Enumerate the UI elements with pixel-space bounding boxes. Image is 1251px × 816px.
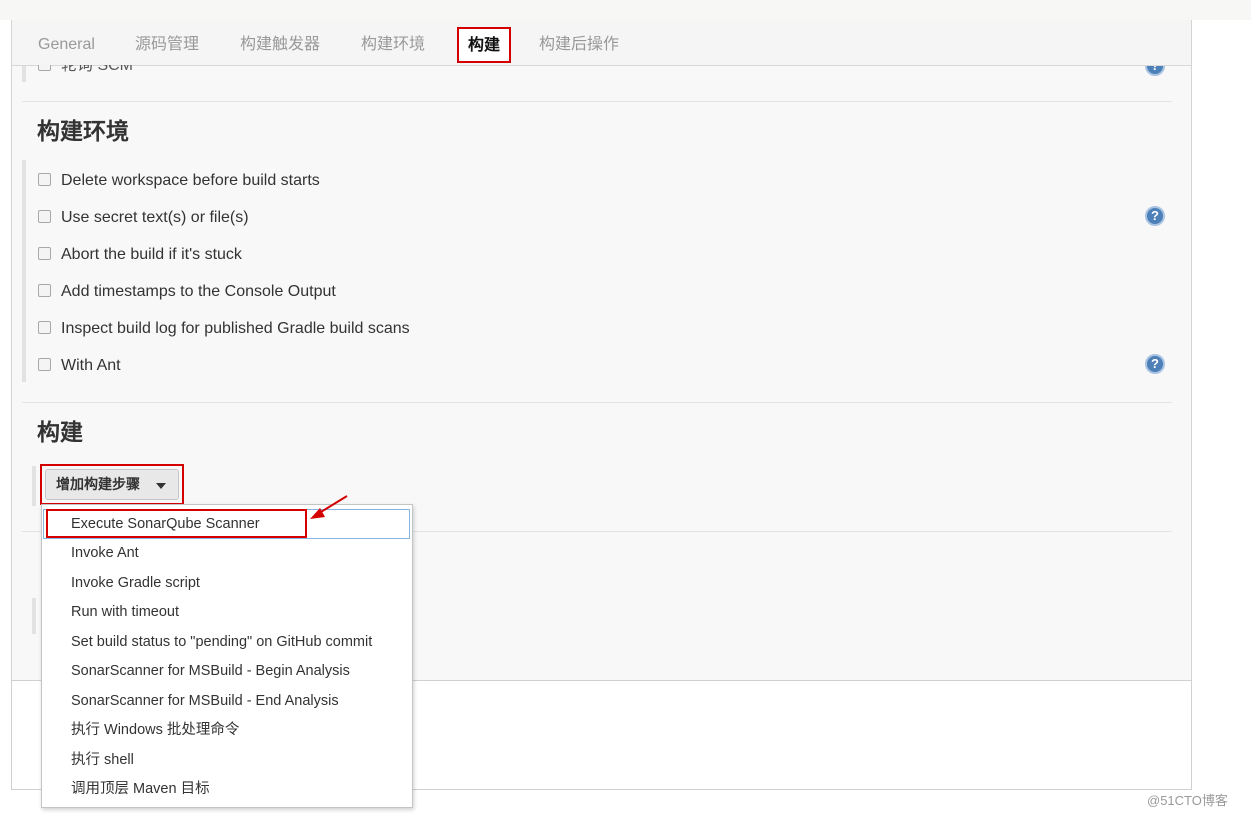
annotation-arrow-icon	[310, 495, 348, 519]
config-tabbar: General 源码管理 构建触发器 构建环境 构建 构建后操作	[12, 20, 1191, 66]
option-use-secret[interactable]: Use secret text(s) or file(s)	[38, 208, 249, 228]
section-indent-bar	[22, 160, 26, 382]
menu-item-msbuild-begin[interactable]: SonarScanner for MSBuild - Begin Analysi…	[42, 657, 412, 685]
menu-item-msbuild-end[interactable]: SonarScanner for MSBuild - End Analysis	[42, 687, 412, 715]
tab-build[interactable]: 构建	[457, 27, 512, 63]
option-add-timestamps[interactable]: Add timestamps to the Console Output	[38, 282, 336, 302]
option-label: Add timestamps to the Console Output	[61, 283, 336, 300]
checkbox[interactable]	[38, 284, 51, 297]
section-indent-bar	[32, 466, 36, 506]
option-label: Inspect build log for published Gradle b…	[61, 320, 410, 337]
watermark: @51CTO博客	[1147, 793, 1228, 808]
menu-item-execute-shell[interactable]: 执行 shell	[42, 746, 412, 774]
tab-general[interactable]: General	[38, 34, 95, 56]
checkbox[interactable]	[38, 173, 51, 186]
help-icon[interactable]: ?	[1145, 354, 1165, 374]
caret-down-icon	[156, 483, 166, 489]
top-strip	[0, 0, 1251, 20]
tab-post-build-actions[interactable]: 构建后操作	[539, 34, 619, 56]
menu-item-invoke-ant[interactable]: Invoke Ant	[42, 539, 412, 567]
section-divider	[22, 402, 1172, 403]
menu-item-run-with-timeout[interactable]: Run with timeout	[42, 598, 412, 626]
tab-build-triggers[interactable]: 构建触发器	[240, 34, 320, 56]
section-indent-bar	[22, 66, 26, 82]
add-build-step-button[interactable]: 增加构建步骤	[45, 469, 179, 500]
add-build-step-highlight: 增加构建步骤	[40, 464, 184, 505]
checkbox[interactable]	[38, 210, 51, 223]
build-step-dropdown: Execute SonarQube Scanner Invoke Ant Inv…	[41, 504, 413, 808]
section-indent-bar	[32, 598, 36, 634]
section-divider	[22, 101, 1172, 102]
checkbox[interactable]	[38, 321, 51, 334]
add-build-step-label: 增加构建步骤	[56, 476, 140, 492]
menu-item-maven-target[interactable]: 调用顶层 Maven 目标	[42, 775, 412, 803]
checkbox[interactable]	[38, 358, 51, 371]
option-label: Abort the build if it's stuck	[61, 246, 242, 263]
tab-build-environment[interactable]: 构建环境	[361, 34, 425, 56]
checkbox[interactable]	[38, 247, 51, 260]
build-environment-title: 构建环境	[37, 119, 129, 145]
option-label: With Ant	[61, 357, 121, 374]
option-gradle-build-scans[interactable]: Inspect build log for published Gradle b…	[38, 319, 410, 339]
option-label: Delete workspace before build starts	[61, 172, 320, 189]
menu-item-windows-batch[interactable]: 执行 Windows 批处理命令	[42, 716, 412, 744]
help-icon[interactable]: ?	[1145, 206, 1165, 226]
option-with-ant[interactable]: With Ant	[38, 356, 121, 376]
menu-item-set-build-status[interactable]: Set build status to "pending" on GitHub …	[42, 628, 412, 656]
option-label: Use secret text(s) or file(s)	[61, 209, 249, 226]
option-delete-workspace[interactable]: Delete workspace before build starts	[38, 171, 320, 191]
tab-source-management[interactable]: 源码管理	[135, 34, 199, 56]
menu-item-invoke-gradle[interactable]: Invoke Gradle script	[42, 569, 412, 597]
option-abort-stuck[interactable]: Abort the build if it's stuck	[38, 245, 242, 265]
build-title: 构建	[37, 420, 83, 446]
